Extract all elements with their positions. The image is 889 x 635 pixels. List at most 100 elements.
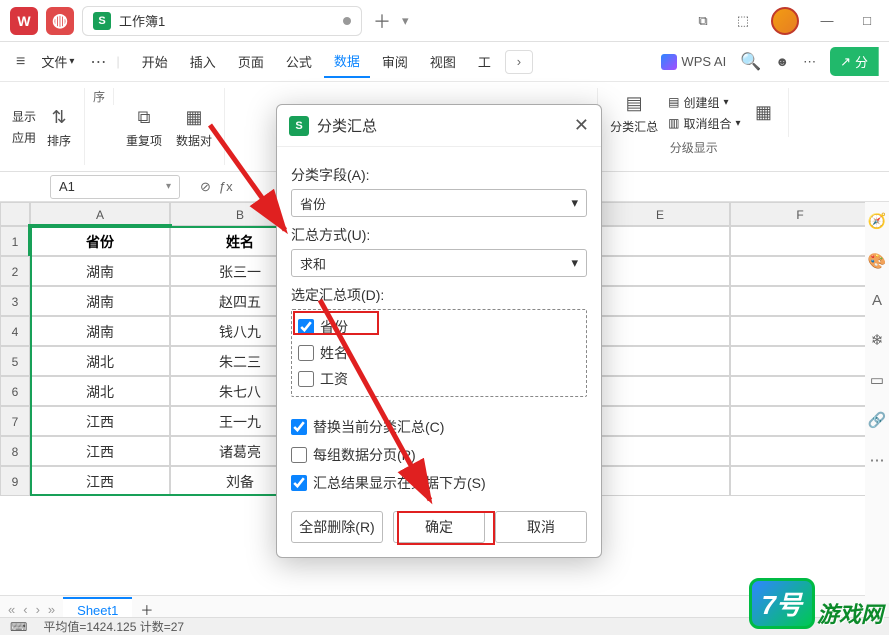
text-tool-icon[interactable]: A xyxy=(872,292,882,309)
method-select[interactable]: 求和 ▾ xyxy=(291,249,587,277)
cell[interactable]: 省份 xyxy=(30,226,170,256)
row-header[interactable]: 8 xyxy=(0,436,30,466)
checkbox[interactable] xyxy=(298,319,314,335)
row-header[interactable]: 9 xyxy=(0,466,30,496)
cell[interactable] xyxy=(590,256,730,286)
row-header[interactable]: 5 xyxy=(0,346,30,376)
ribbon-subtotal[interactable]: ▤ 分类汇总 xyxy=(606,88,662,137)
opt-below[interactable]: 汇总结果显示在数据下方(S) xyxy=(291,469,587,497)
search-icon[interactable]: 🔍 xyxy=(740,52,761,72)
cell[interactable] xyxy=(590,316,730,346)
hamburger-icon[interactable]: ≡ xyxy=(10,49,31,75)
more-menu-icon[interactable]: ⋯ xyxy=(84,48,112,76)
cancel-formula-icon[interactable]: ⊘ xyxy=(200,179,211,195)
more-tools-icon[interactable]: ⋯ xyxy=(870,451,885,469)
row-header[interactable]: 6 xyxy=(0,376,30,406)
link-icon[interactable]: 🔗 xyxy=(868,411,887,429)
cell[interactable] xyxy=(730,286,865,316)
checkbox[interactable] xyxy=(298,371,314,387)
cell[interactable] xyxy=(730,226,865,256)
opt-replace[interactable]: 替换当前分类汇总(C) xyxy=(291,413,587,441)
row-header[interactable]: 1 xyxy=(0,226,30,256)
ribbon-ungroup[interactable]: ▥ 取消组合 ▾ xyxy=(668,115,740,132)
tab-data[interactable]: 数据 xyxy=(324,45,370,78)
ribbon-sort[interactable]: ⇅ 排序 xyxy=(42,102,76,151)
cell[interactable]: 湖北 xyxy=(30,376,170,406)
delete-all-button[interactable]: 全部删除(R) xyxy=(291,511,383,543)
ribbon-apply[interactable]: 应用 xyxy=(12,129,36,146)
select-icon[interactable]: ▭ xyxy=(870,371,884,389)
cube-icon[interactable]: ⬚ xyxy=(731,9,755,33)
cell[interactable] xyxy=(730,406,865,436)
cell[interactable]: 湖南 xyxy=(30,316,170,346)
tab-view[interactable]: 视图 xyxy=(420,46,466,77)
cell[interactable] xyxy=(730,436,865,466)
cell[interactable]: 湖南 xyxy=(30,256,170,286)
wps-ai-button[interactable]: WPS AI xyxy=(661,54,726,70)
theme-icon[interactable]: 🎨 xyxy=(868,252,887,270)
cell[interactable] xyxy=(590,286,730,316)
document-tab[interactable]: S 工作簿1 xyxy=(82,6,362,36)
ribbon-compare[interactable]: ▦ 数据对 xyxy=(172,102,216,151)
dialog-header[interactable]: S 分类汇总 ✕ xyxy=(277,105,601,147)
checkbox[interactable] xyxy=(291,419,307,435)
file-menu[interactable]: 文件▾ xyxy=(35,48,80,75)
cell[interactable] xyxy=(730,466,865,496)
checkbox[interactable] xyxy=(291,447,307,463)
field-select[interactable]: 省份 ▾ xyxy=(291,189,587,217)
sheet-nav-first-icon[interactable]: « xyxy=(8,602,15,617)
corner-cell[interactable] xyxy=(0,202,30,226)
sheet-nav-last-icon[interactable]: » xyxy=(48,602,55,617)
tabs-scroll-right-button[interactable]: › xyxy=(505,50,533,74)
input-mode-icon[interactable]: ⌨ xyxy=(10,620,27,634)
col-header[interactable]: A xyxy=(30,202,170,226)
minimize-icon[interactable]: — xyxy=(815,9,839,33)
item-checkbox-province[interactable]: 省份 xyxy=(298,314,580,340)
cell[interactable]: 江西 xyxy=(30,466,170,496)
sheet-nav-next-icon[interactable]: › xyxy=(36,602,40,617)
ribbon-outline-extra[interactable]: ▦ xyxy=(746,98,780,128)
tab-dropdown-icon[interactable]: ▾ xyxy=(402,13,409,29)
row-header[interactable]: 3 xyxy=(0,286,30,316)
cell[interactable] xyxy=(590,376,730,406)
ribbon-dedup[interactable]: ⧉ 重复项 xyxy=(122,102,166,151)
tab-tools[interactable]: 工 xyxy=(468,46,501,77)
close-icon[interactable]: ✕ xyxy=(574,115,589,136)
user-avatar[interactable] xyxy=(771,7,799,35)
tab-insert[interactable]: 插入 xyxy=(180,46,226,77)
maximize-icon[interactable]: □ xyxy=(855,9,879,33)
copy-window-icon[interactable]: ⧉ xyxy=(691,9,715,33)
name-box[interactable]: A1 ▾ xyxy=(50,175,180,199)
cell[interactable]: 湖南 xyxy=(30,286,170,316)
cell[interactable]: 湖北 xyxy=(30,346,170,376)
opt-paging[interactable]: 每组数据分页(P) xyxy=(291,441,587,469)
ribbon-group-create[interactable]: ▤ 创建组 ▾ xyxy=(668,94,740,111)
row-header[interactable]: 4 xyxy=(0,316,30,346)
effects-icon[interactable]: ❄ xyxy=(871,331,884,349)
cell[interactable] xyxy=(590,346,730,376)
row-header[interactable]: 2 xyxy=(0,256,30,286)
chat-icon[interactable]: ☻ xyxy=(775,54,789,69)
cell[interactable] xyxy=(730,316,865,346)
checkbox[interactable] xyxy=(298,345,314,361)
cell[interactable] xyxy=(590,436,730,466)
sheet-nav-prev-icon[interactable]: ‹ xyxy=(23,602,27,617)
share-button[interactable]: ↗ 分 xyxy=(830,47,879,76)
options-icon[interactable]: ⋯ xyxy=(803,54,816,70)
col-header[interactable]: E xyxy=(590,202,730,226)
cell[interactable] xyxy=(730,346,865,376)
fx-icon[interactable]: ƒx xyxy=(219,179,233,194)
cell[interactable] xyxy=(730,256,865,286)
tab-formula[interactable]: 公式 xyxy=(276,46,322,77)
cell[interactable] xyxy=(590,226,730,256)
item-checkbox-salary[interactable]: 工资 xyxy=(298,366,580,392)
cell[interactable] xyxy=(590,466,730,496)
cell[interactable]: 江西 xyxy=(30,436,170,466)
cell[interactable] xyxy=(590,406,730,436)
tab-review[interactable]: 审阅 xyxy=(372,46,418,77)
row-header[interactable]: 7 xyxy=(0,406,30,436)
tab-start[interactable]: 开始 xyxy=(132,46,178,77)
tab-page[interactable]: 页面 xyxy=(228,46,274,77)
item-checkbox-name[interactable]: 姓名 xyxy=(298,340,580,366)
cell[interactable]: 江西 xyxy=(30,406,170,436)
